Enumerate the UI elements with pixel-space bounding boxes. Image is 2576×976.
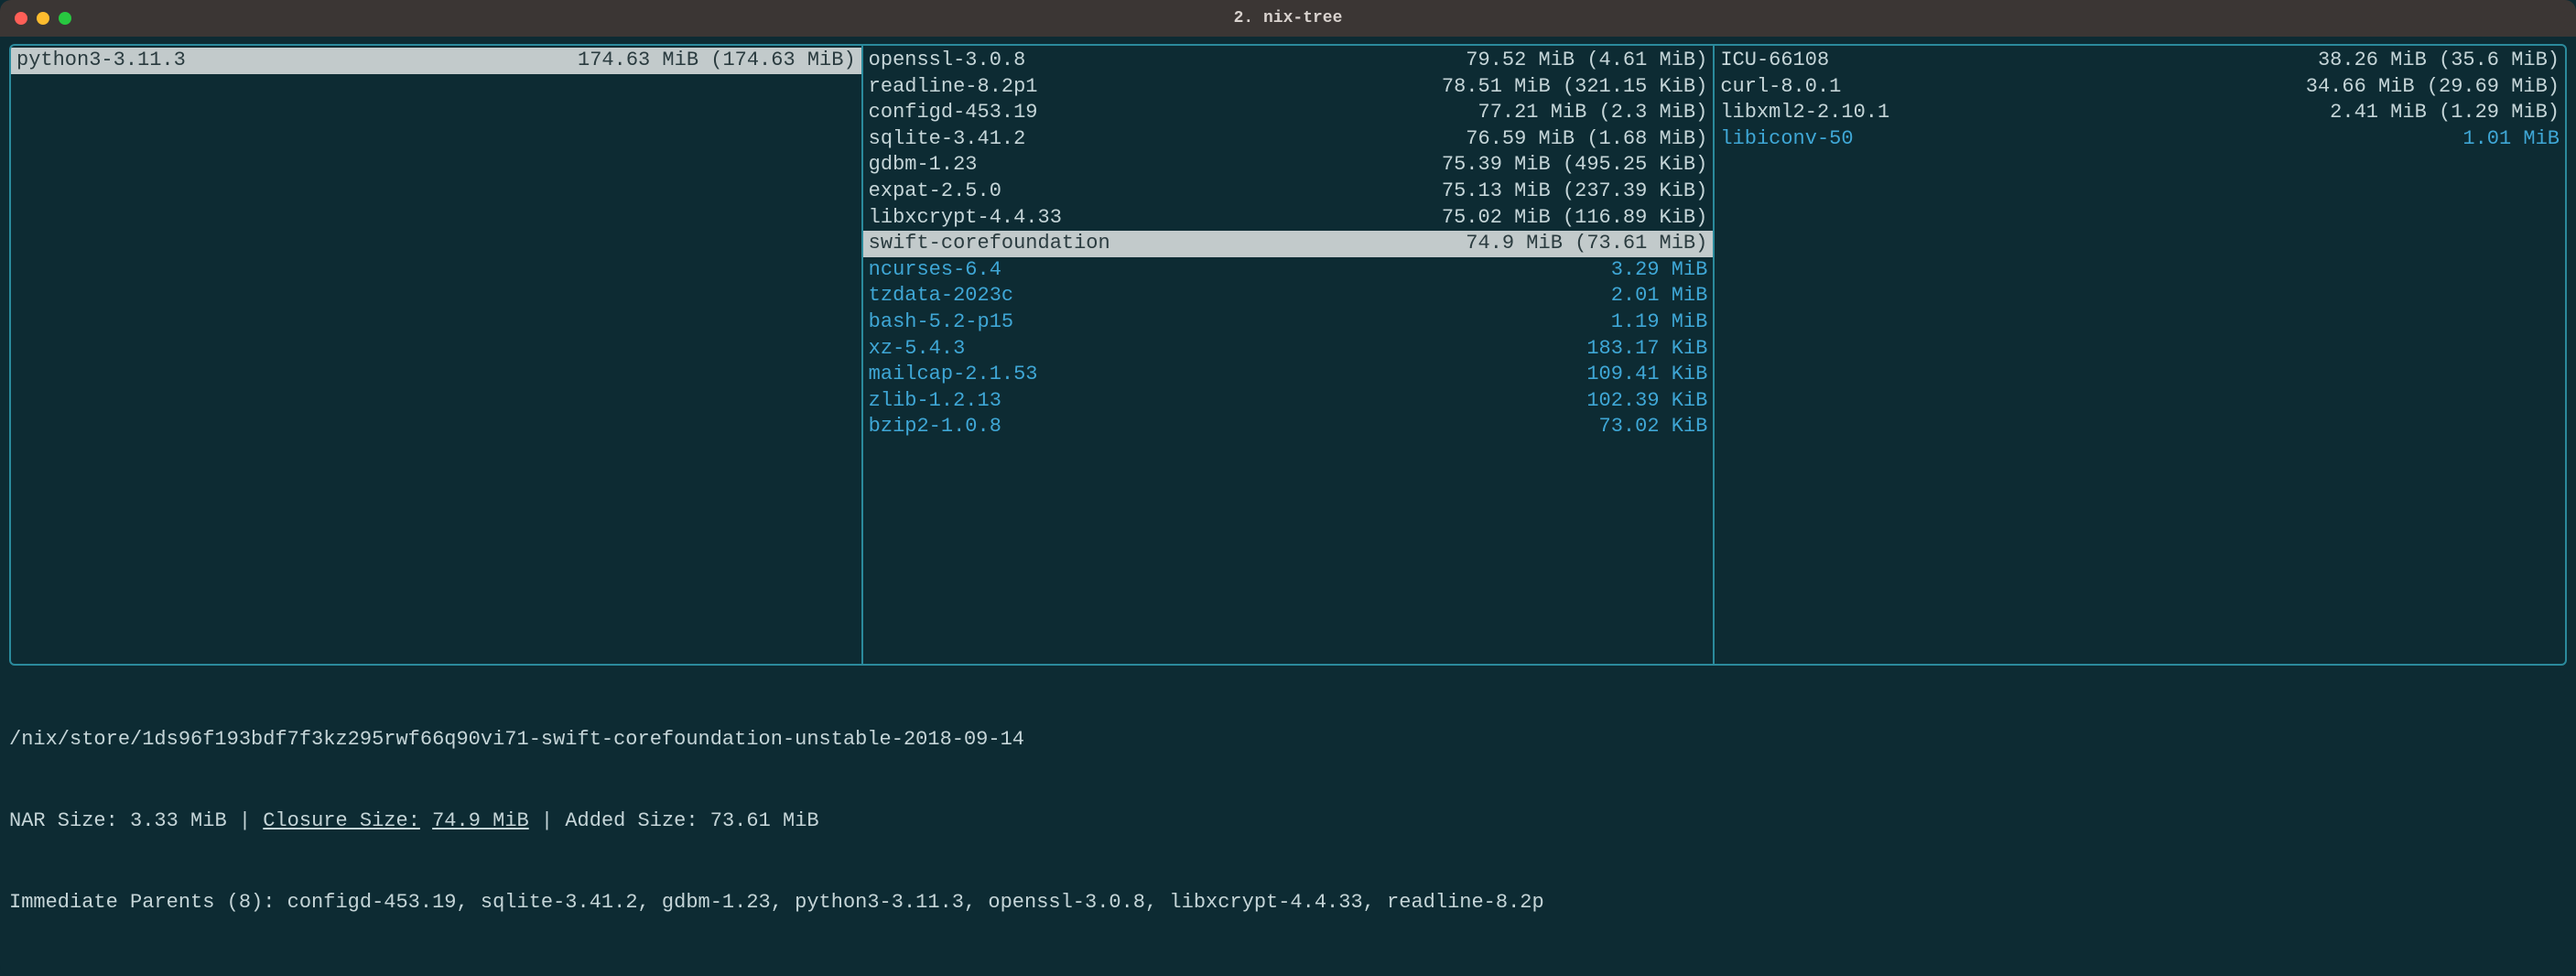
package-name: curl-8.0.1 xyxy=(1720,74,1841,101)
parents-label: Immediate Parents (8): xyxy=(9,891,275,914)
nar-size-label: NAR Size: xyxy=(9,809,118,832)
package-size: 1.19 MiB xyxy=(1611,309,1708,336)
terminal-content: python3-3.11.3 174.63 MiB (174.63 MiB) ope… xyxy=(0,37,2576,976)
status-footer: /nix/store/1ds96f193bdf7f3kz295rwf66q90v… xyxy=(9,666,2567,971)
package-name: expat-2.5.0 xyxy=(869,179,1001,205)
size-line: NAR Size: 3.33 MiB | Closure Size: 74.9 … xyxy=(9,808,2567,835)
parents-line: Immediate Parents (8): configd-453.19, s… xyxy=(9,889,2567,916)
added-size-label: Added Size: xyxy=(565,809,698,832)
parents-value: configd-453.19, sqlite-3.41.2, gdbm-1.23… xyxy=(287,891,1544,914)
package-size: 79.52 MiB (4.61 MiB) xyxy=(1466,48,1707,74)
list-item[interactable]: expat-2.5.0 75.13 MiB (237.39 KiB) xyxy=(863,179,1714,205)
list-item[interactable]: configd-453.19 77.21 MiB (2.3 MiB) xyxy=(863,100,1714,126)
list-item[interactable]: mailcap-2.1.53 109.41 KiB xyxy=(863,362,1714,388)
package-size: 34.66 MiB (29.69 MiB) xyxy=(2306,74,2560,101)
package-name: bash-5.2-p15 xyxy=(869,309,1013,336)
close-icon[interactable] xyxy=(15,12,27,25)
package-size: 3.29 MiB xyxy=(1611,257,1708,284)
titlebar: 2. nix-tree xyxy=(0,0,2576,37)
list-item[interactable]: gdbm-1.23 75.39 MiB (495.25 KiB) xyxy=(863,152,1714,179)
package-name: libxml2-2.10.1 xyxy=(1720,100,1889,126)
list-item[interactable]: libxml2-2.10.1 2.41 MiB (1.29 MiB) xyxy=(1715,100,2565,126)
package-size: 75.13 MiB (237.39 KiB) xyxy=(1442,179,1707,205)
package-size: 174.63 MiB (174.63 MiB) xyxy=(578,48,856,74)
package-name: openssl-3.0.8 xyxy=(869,48,1026,74)
dependency-panes: python3-3.11.3 174.63 MiB (174.63 MiB) ope… xyxy=(9,44,2567,666)
package-size: 73.02 KiB xyxy=(1599,414,1708,440)
package-name: xz-5.4.3 xyxy=(869,336,966,363)
traffic-lights xyxy=(15,12,71,25)
package-size: 77.21 MiB (2.3 MiB) xyxy=(1478,100,1708,126)
package-size: 2.01 MiB xyxy=(1611,283,1708,309)
package-name: python3-3.11.3 xyxy=(16,48,186,74)
package-size: 76.59 MiB (1.68 MiB) xyxy=(1466,126,1707,153)
list-item[interactable]: curl-8.0.1 34.66 MiB (29.69 MiB) xyxy=(1715,74,2565,101)
package-size: 2.41 MiB (1.29 MiB) xyxy=(2330,100,2560,126)
pane-0[interactable]: python3-3.11.3 174.63 MiB (174.63 MiB) xyxy=(11,46,861,664)
pane-1[interactable]: openssl-3.0.879.52 MiB (4.61 MiB)readlin… xyxy=(861,46,1714,664)
list-item[interactable]: libiconv-50 1.01 MiB xyxy=(1715,126,2565,153)
list-item[interactable]: ICU-66108 38.26 MiB (35.6 MiB) xyxy=(1715,48,2565,74)
list-item[interactable]: tzdata-2023c 2.01 MiB xyxy=(863,283,1714,309)
package-name: libiconv-50 xyxy=(1720,126,1853,153)
package-size: 78.51 MiB (321.15 KiB) xyxy=(1442,74,1707,101)
package-size: 102.39 KiB xyxy=(1586,388,1707,415)
package-size: 38.26 MiB (35.6 MiB) xyxy=(2318,48,2560,74)
package-name: ncurses-6.4 xyxy=(869,257,1001,284)
list-item[interactable]: bash-5.2-p15 1.19 MiB xyxy=(863,309,1714,336)
window-title: 2. nix-tree xyxy=(0,9,2576,27)
package-name: gdbm-1.23 xyxy=(869,152,978,179)
package-name: bzip2-1.0.8 xyxy=(869,414,1001,440)
list-item[interactable]: openssl-3.0.8 79.52 MiB (4.61 MiB) xyxy=(863,48,1714,74)
nar-size-value: 3.33 MiB xyxy=(130,809,227,832)
package-size: 109.41 KiB xyxy=(1586,362,1707,388)
list-item[interactable]: bzip2-1.0.8 73.02 KiB xyxy=(863,414,1714,440)
package-size: 75.39 MiB (495.25 KiB) xyxy=(1442,152,1707,179)
pane-2[interactable]: ICU-66108 38.26 MiB (35.6 MiB) curl-8.0.1 3… xyxy=(1713,46,2565,664)
list-item[interactable]: libxcrypt-4.4.33 75.02 MiB (116.89 KiB) xyxy=(863,205,1714,232)
package-name: sqlite-3.41.2 xyxy=(869,126,1026,153)
added-size-value: 73.61 MiB xyxy=(710,809,819,832)
package-name: readline-8.2p1 xyxy=(869,74,1038,101)
closure-size-label: Closure Size: xyxy=(263,809,420,832)
package-name: mailcap-2.1.53 xyxy=(869,362,1038,388)
package-size: 75.02 MiB (116.89 KiB) xyxy=(1442,205,1707,232)
closure-size-value: 74.9 MiB xyxy=(432,809,529,832)
list-item[interactable]: xz-5.4.3 183.17 KiB xyxy=(863,336,1714,363)
terminal-window: 2. nix-tree python3-3.11.3 174.63 MiB (17… xyxy=(0,0,2576,976)
package-size: 183.17 KiB xyxy=(1586,336,1707,363)
package-name: tzdata-2023c xyxy=(869,283,1013,309)
list-item[interactable]: readline-8.2p1 78.51 MiB (321.15 KiB) xyxy=(863,74,1714,101)
list-item[interactable]: zlib-1.2.13 102.39 KiB xyxy=(863,388,1714,415)
list-item[interactable]: ncurses-6.4 3.29 MiB xyxy=(863,257,1714,284)
zoom-icon[interactable] xyxy=(59,12,71,25)
package-name: ICU-66108 xyxy=(1720,48,1829,74)
minimize-icon[interactable] xyxy=(37,12,49,25)
list-item[interactable]: sqlite-3.41.2 76.59 MiB (1.68 MiB) xyxy=(863,126,1714,153)
package-name: swift-corefoundation xyxy=(869,231,1110,257)
list-item[interactable]: python3-3.11.3 174.63 MiB (174.63 MiB) xyxy=(11,48,861,74)
package-name: zlib-1.2.13 xyxy=(869,388,1001,415)
package-name: configd-453.19 xyxy=(869,100,1038,126)
package-size: 74.9 MiB (73.61 MiB) xyxy=(1466,231,1707,257)
list-item[interactable]: swift-corefoundation 74.9 MiB (73.61 MiB) xyxy=(863,231,1714,257)
package-name: libxcrypt-4.4.33 xyxy=(869,205,1062,232)
package-size: 1.01 MiB xyxy=(2462,126,2560,153)
store-path: /nix/store/1ds96f193bdf7f3kz295rwf66q90v… xyxy=(9,726,2567,754)
